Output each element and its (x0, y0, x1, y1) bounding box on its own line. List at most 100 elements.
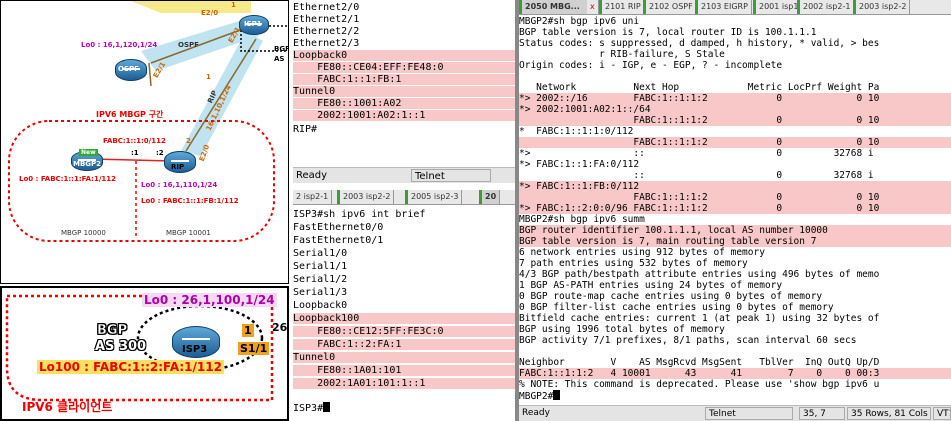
port-2-label: :2 (156, 149, 164, 157)
cursor-icon (323, 402, 331, 412)
tab-isp2-2[interactable]: 2003 isp2-2 (853, 0, 911, 14)
term-line: 1 BGP AS-PATH entries using 24 bytes of … (519, 280, 783, 291)
term-line-highlight: FABC:1::1:1:2 0 0 10 (519, 137, 951, 148)
term-prompt: RIP# (293, 124, 318, 135)
term-line-highlight: BGP router identifier 100.1.1.1, local A… (519, 225, 951, 236)
rip-terminal[interactable]: Ethernet2/0 Ethernet2/1 Ethernet2/2 Ethe… (293, 0, 515, 168)
term-line: BGP table version is 7, local router ID … (519, 27, 817, 38)
cursor-icon (553, 390, 561, 400)
term-line-highlight: *> FABC:1::1:FB:0/112 (519, 181, 951, 192)
tab-isp2-1[interactable]: 2 isp2-1 (293, 190, 333, 204)
term-line (519, 71, 951, 82)
mbgp2-label: MBGP2 (73, 160, 102, 168)
rip-router-label: RIP (171, 163, 185, 171)
term-line-highlight: FABC:1::1:1:2 4 10001 43 41 7 0 0 00:3 (519, 368, 951, 379)
term-line: % NOTE: This command is deprecated. Plea… (519, 379, 880, 390)
term-line-highlight: 2002:1001:A02:1::1 (293, 110, 515, 121)
term-line-highlight: FE80::CE04:EFF:FE48:0 (293, 62, 515, 73)
lo0-rip-a-label: Lo0 : 16,1,110,1/24 (141, 181, 218, 189)
port1-label: 1 (242, 324, 254, 337)
status-vt: VT10 (933, 407, 951, 420)
term-line: 0 BGP filter-list cache entries using 0 … (519, 302, 834, 313)
status-size: 35 Rows, 81 Cols (847, 407, 931, 420)
term-line: Ethernet2/0 (293, 2, 360, 13)
term-line: MBGP2#sh bgp ipv6 summ (519, 214, 645, 225)
mbgp2-terminal[interactable]: MBGP2#sh bgp ipv6 uni BGP table version i… (519, 15, 951, 405)
e2-0-label: E2/0 (201, 9, 219, 17)
term-line-highlight: *> 2002::/16 FABC:1::1:1:2 0 0 10 (519, 93, 951, 104)
prompt-text: ISP3# (293, 403, 324, 414)
term-line: Serial1/1 (293, 261, 348, 272)
mbgp2-status-bar: Ready Telnet 35, 7 35 Rows, 81 Cols VT10 (519, 405, 951, 421)
tab-isp2-1[interactable]: 2002 isp2-1 (797, 0, 855, 14)
term-line-highlight: Tunnel0 (293, 352, 515, 363)
tab-isp2-2[interactable]: 2003 isp2-2 (337, 190, 395, 204)
mbgp-zone-label: IPV6 MBGP 구간 (96, 110, 164, 119)
two-label: 2 (186, 137, 191, 145)
term-line: *> :: 0 32768 i (519, 148, 874, 159)
term-line-highlight: FABC:1::1:1:2 0 0 10 (519, 115, 951, 126)
term-line: Origin codes: i - IGP, e - EGP, ? - inco… (519, 60, 783, 71)
isp3-terminal[interactable]: ISP3#sh ipv6 int brief FastEthernet0/0 F… (293, 206, 515, 421)
tab-eigrp[interactable]: 2103 EIGRP (695, 0, 752, 14)
mbgp2-tabbar: 2050 MBG... x 2101 RIP 2102 OSPF 2103 EI… (519, 0, 951, 15)
port26-label: 26 (272, 321, 288, 334)
isp1-label: ISP1 (244, 20, 262, 28)
lo0-rip-b-label: Lo0 : FABC:1::1:FB:1/112 (141, 197, 239, 205)
lo0-label: Lo0 : 26,1,100,1/24 (142, 293, 277, 307)
isp3-label: ISP3 (182, 344, 208, 355)
term-line: BGP using 1996 total bytes of memory (519, 324, 725, 335)
rip-status-bar: Ready Telnet (293, 167, 515, 183)
term-line-highlight: *> FABC:1::2:0:0/96 FABC:1::1:1:2 0 0 10 (519, 203, 951, 214)
term-line-highlight: FABC:1::2:FA:1 (293, 339, 515, 350)
term-line-highlight: Loopback100 (293, 313, 515, 324)
tab-mbgp2[interactable]: 2050 MBG... (519, 0, 589, 14)
tab-ospf[interactable]: 2102 OSPF (643, 0, 697, 14)
s11-label: S1/1 (238, 342, 270, 355)
term-line: MBGP2# (519, 390, 951, 402)
term-line: Status codes: s suppressed, d damped, h … (519, 38, 880, 49)
term-line: 6 network entries using 912 bytes of mem… (519, 247, 765, 258)
term-line-highlight: BGP table version is 7, main routing tab… (519, 236, 951, 247)
term-line-highlight: 2002:1A01:101:1::1 (293, 378, 515, 389)
lo0-isp1-label: Lo0 : 16,1,120,1/24 (81, 41, 158, 49)
network-diagram-bottom: Lo0 : 26,1,100,1/24 BGP AS 300 ISP3 Lo10… (0, 286, 289, 421)
term-line: Loopback0 (293, 300, 348, 311)
term-line: 4/3 BGP path/bestpath attribute entries … (519, 269, 880, 280)
term-line-highlight: FE80::CE12:5FF:FE3C:0 (293, 326, 515, 337)
prompt-text: MBGP2# (519, 391, 554, 402)
mbgp-10000-label: MBGP 10000 (61, 229, 106, 237)
term-line-highlight: FABC:1::1:1:2 0 0 10 (519, 192, 951, 203)
tab-rip[interactable]: 2101 RIP (599, 0, 645, 14)
term-line-highlight: FE80::1001:A02 (293, 98, 515, 109)
term-line-highlight: FE80::1A01:101 (293, 365, 515, 376)
term-line: BGP activity 7/1 prefixes, 8/1 paths, sc… (519, 335, 857, 346)
as300-label: AS 300 (95, 339, 147, 354)
one-b-label: 1 (206, 73, 211, 81)
term-line: Ethernet2/3 (293, 38, 360, 49)
tab-isp3[interactable]: 20 (479, 190, 501, 204)
network-diagram-top: ISP1 OSPF RIP New MBGP2 Lo0 : 16,1,120,1… (0, 0, 289, 284)
tab-close-icon[interactable]: x (587, 0, 599, 14)
term-line: Serial1/0 (293, 248, 348, 259)
ipv6-client-label: IPV6 클라이언트 (22, 400, 113, 414)
term-line: ISP3#sh ipv6 int brief (293, 209, 426, 220)
term-line-highlight: FABC:1::1:FB:1 (293, 74, 515, 85)
term-line-highlight: Loopback0 (293, 50, 515, 61)
mbgp-10001-label: MBGP 10001 (166, 229, 211, 237)
term-prompt: ISP3# (293, 402, 515, 414)
status-cursor-pos: 35, 7 (799, 407, 845, 420)
status-telnet: Telnet (411, 169, 491, 182)
term-line-highlight: Tunnel0 (293, 86, 515, 97)
port-1-label: :1 (131, 149, 139, 157)
term-line: FastEthernet0/1 (293, 235, 384, 246)
tab-isp2-3[interactable]: 2005 isp2-3 (405, 190, 463, 204)
term-line: 7 path entries using 532 bytes of memory (519, 258, 748, 269)
bgp-stub-label: BGP (274, 45, 289, 53)
new-badge: New (79, 149, 98, 156)
term-line: *> FABC:1::1:FA:0/112 (519, 159, 640, 170)
status-telnet: Telnet (705, 407, 793, 420)
bgp-label: BGP (97, 323, 128, 339)
isp3-tabbar: 2 isp2-1 2003 isp2-2 2005 isp2-3 20 (293, 190, 515, 205)
tab-isp1[interactable]: 2001 isp1 (753, 0, 803, 14)
